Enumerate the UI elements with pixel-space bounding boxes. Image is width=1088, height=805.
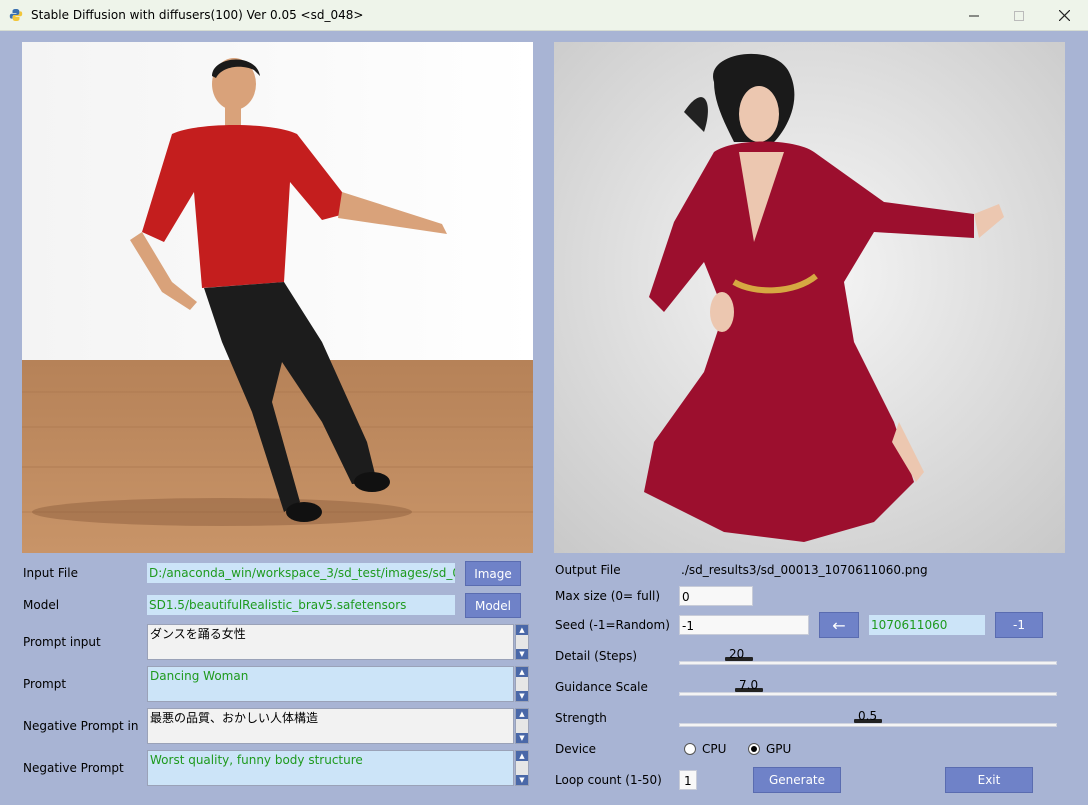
exit-button[interactable]: Exit bbox=[945, 767, 1033, 793]
device-cpu-label[interactable]: CPU bbox=[702, 742, 726, 756]
seed-copy-arrow-button[interactable]: ← bbox=[819, 612, 859, 638]
scroll-up-icon[interactable]: ▲ bbox=[516, 751, 528, 761]
scroll-down-icon[interactable]: ▼ bbox=[516, 733, 528, 743]
image-button[interactable]: Image bbox=[465, 561, 521, 586]
strength-label: Strength bbox=[555, 711, 607, 725]
slider-track[interactable] bbox=[679, 692, 1057, 696]
maximize-button[interactable] bbox=[996, 0, 1042, 31]
input-file-field[interactable]: D:/anaconda_win/workspace_3/sd_test/imag… bbox=[147, 563, 455, 583]
steps-value: 20 bbox=[729, 647, 745, 661]
close-icon bbox=[1058, 10, 1070, 21]
guidance-slider[interactable]: 7.0 bbox=[679, 678, 1057, 698]
negative-prompt-textarea[interactable]: Worst quality, funny body structure bbox=[147, 750, 514, 786]
scroll-up-icon[interactable]: ▲ bbox=[516, 667, 528, 677]
steps-slider[interactable]: 20 bbox=[679, 647, 1057, 667]
max-size-label: Max size (0= full) bbox=[555, 589, 661, 603]
close-button[interactable] bbox=[1041, 0, 1087, 31]
guidance-label: Guidance Scale bbox=[555, 680, 648, 694]
title-bar: Stable Diffusion with diffusers(100) Ver… bbox=[0, 0, 1088, 31]
prompt-input-label: Prompt input bbox=[23, 635, 101, 649]
scroll-up-icon[interactable]: ▲ bbox=[516, 709, 528, 719]
maximize-icon bbox=[1014, 10, 1024, 21]
negative-prompt-input-textarea[interactable]: 最悪の品質、おかしい人体構造 bbox=[147, 708, 514, 744]
loop-count-label: Loop count (1-50) bbox=[555, 773, 662, 787]
negative-prompt-input-scrollbar[interactable]: ▲ ▼ bbox=[515, 708, 529, 744]
scroll-down-icon[interactable]: ▼ bbox=[516, 649, 528, 659]
model-button[interactable]: Model bbox=[465, 593, 521, 618]
window-title: Stable Diffusion with diffusers(100) Ver… bbox=[31, 8, 364, 22]
model-field[interactable]: SD1.5/beautifulRealistic_brav5.safetenso… bbox=[147, 595, 455, 615]
seed-result-field[interactable]: 1070611060 bbox=[869, 615, 985, 635]
prompt-textarea[interactable]: Dancing Woman bbox=[147, 666, 514, 702]
max-size-input[interactable]: 0 bbox=[679, 586, 753, 606]
scroll-down-icon[interactable]: ▼ bbox=[516, 691, 528, 701]
negative-prompt-label: Negative Prompt bbox=[23, 761, 124, 775]
generate-button[interactable]: Generate bbox=[753, 767, 841, 793]
device-cpu-radio[interactable] bbox=[684, 743, 696, 755]
prompt-label: Prompt bbox=[23, 677, 67, 691]
prompt-input-scrollbar[interactable]: ▲ ▼ bbox=[515, 624, 529, 660]
steps-label: Detail (Steps) bbox=[555, 649, 638, 663]
model-label: Model bbox=[23, 598, 60, 612]
slider-track[interactable] bbox=[679, 723, 1057, 727]
device-label: Device bbox=[555, 742, 597, 756]
python-app-icon bbox=[9, 9, 23, 21]
output-file-value: ./sd_results3/sd_00013_1070611060.png bbox=[681, 563, 928, 577]
input-file-label: Input File bbox=[23, 566, 78, 580]
prompt-input-textarea[interactable]: ダンスを踊る女性 bbox=[147, 624, 514, 660]
seed-input[interactable]: -1 bbox=[679, 615, 809, 635]
scroll-down-icon[interactable]: ▼ bbox=[516, 775, 528, 785]
input-image bbox=[22, 42, 533, 553]
seed-label: Seed (-1=Random) bbox=[555, 618, 670, 632]
strength-value: 0.5 bbox=[858, 709, 878, 723]
prompt-scrollbar[interactable]: ▲ ▼ bbox=[515, 666, 529, 702]
negative-prompt-scrollbar[interactable]: ▲ ▼ bbox=[515, 750, 529, 786]
minimize-icon bbox=[969, 15, 979, 16]
scroll-up-icon[interactable]: ▲ bbox=[516, 625, 528, 635]
slider-track[interactable] bbox=[679, 661, 1057, 665]
loop-count-input[interactable]: 1 bbox=[679, 770, 697, 790]
device-gpu-label[interactable]: GPU bbox=[766, 742, 791, 756]
negative-prompt-input-label: Negative Prompt in bbox=[23, 719, 139, 733]
output-file-label: Output File bbox=[555, 563, 621, 577]
guidance-value: 7.0 bbox=[739, 678, 759, 692]
seed-reset-button[interactable]: -1 bbox=[995, 612, 1043, 638]
strength-slider[interactable]: 0.5 bbox=[679, 709, 1057, 729]
minimize-button[interactable] bbox=[951, 0, 997, 31]
device-gpu-radio[interactable] bbox=[748, 743, 760, 755]
output-image bbox=[554, 42, 1065, 553]
